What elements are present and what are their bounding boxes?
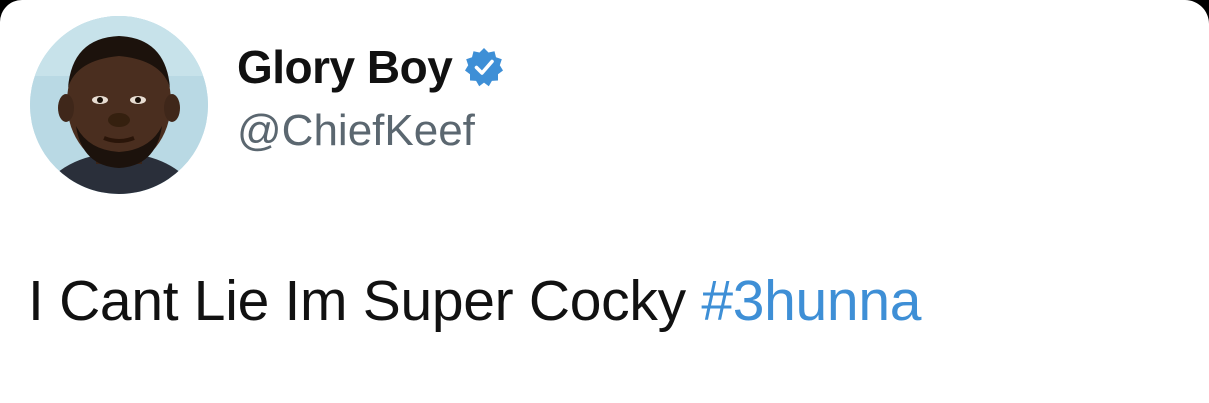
hashtag-link[interactable]: #3hunna [701, 269, 921, 333]
display-name[interactable]: Glory Boy [237, 40, 453, 94]
verified-badge-icon [464, 47, 504, 87]
user-handle[interactable]: @ChiefKeef [237, 106, 475, 156]
avatar[interactable] [30, 16, 208, 194]
tweet-text: I Cant Lie Im Super Cocky [28, 269, 686, 333]
author-row[interactable]: Glory Boy [237, 37, 504, 97]
tweet-body: I Cant Lie Im Super Cocky #3hunna [28, 268, 921, 334]
avatar-photo [30, 16, 208, 194]
tweet-card: Glory Boy @ChiefKeef I Cant Lie Im Super… [0, 0, 1209, 403]
